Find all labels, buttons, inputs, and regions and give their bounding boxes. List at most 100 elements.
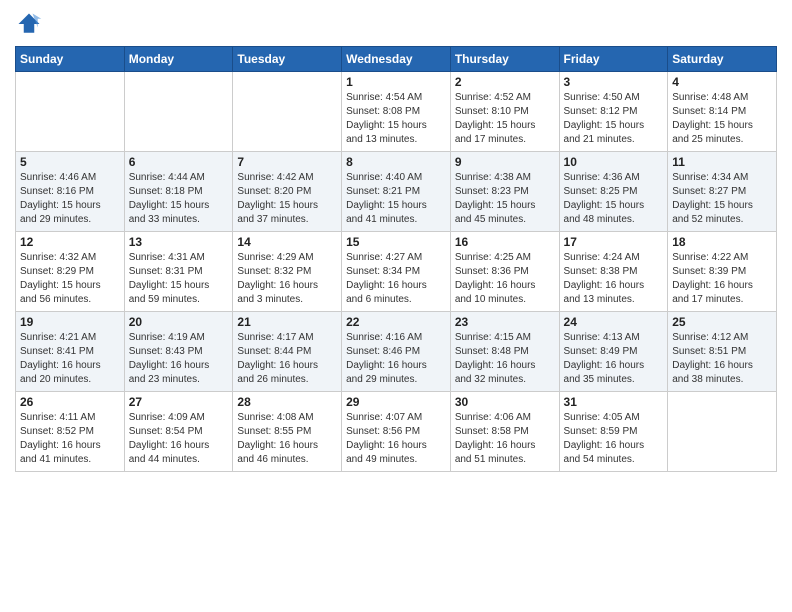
day-number: 24	[564, 315, 664, 329]
logo-icon	[15, 10, 43, 38]
day-number: 9	[455, 155, 555, 169]
calendar-cell: 3 Sunrise: 4:50 AM Sunset: 8:12 PM Daylig…	[559, 72, 668, 152]
day-number: 28	[237, 395, 337, 409]
day-number: 25	[672, 315, 772, 329]
calendar-cell: 19Sunrise: 4:21 AM Sunset: 8:41 PM Dayli…	[16, 312, 125, 392]
day-number: 7	[237, 155, 337, 169]
day-number: 4	[672, 75, 772, 89]
day-number: 31	[564, 395, 664, 409]
calendar-cell: 18 Sunrise: 4:22 AM Sunset: 8:39 PM Dayli…	[668, 232, 777, 312]
day-number: 13	[129, 235, 229, 249]
day-info: Sunrise: 4:54 AM Sunset: 8:08 PM Dayligh…	[346, 91, 446, 147]
calendar-cell: 6 Sunrise: 4:44 AM Sunset: 8:18 PM Daylig…	[124, 152, 233, 232]
calendar-cell: 4 Sunrise: 4:48 AM Sunset: 8:14 PM Daylig…	[668, 72, 777, 152]
day-number: 30	[455, 395, 555, 409]
weekday-header: Wednesday	[342, 47, 451, 72]
day-info: Sunrise: 4:15 AM Sunset: 8:48 PM Dayligh…	[455, 331, 555, 387]
day-info: Sunrise: 4:17 AM Sunset: 8:44 PM Dayligh…	[237, 331, 337, 387]
day-info: Sunrise: 4:11 AM Sunset: 8:52 PM Dayligh…	[20, 411, 120, 467]
calendar-cell: 14 Sunrise: 4:29 AM Sunset: 8:32 PM Dayli…	[233, 232, 342, 312]
calendar: SundayMondayTuesdayWednesdayThursdayFrid…	[15, 46, 777, 472]
calendar-cell: 8Sunrise: 4:40 AM Sunset: 8:21 PM Daylig…	[342, 152, 451, 232]
calendar-cell: 30 Sunrise: 4:06 AM Sunset: 8:58 PM Dayli…	[450, 392, 559, 472]
day-info: Sunrise: 4:07 AM Sunset: 8:56 PM Dayligh…	[346, 411, 446, 467]
calendar-cell: 26 Sunrise: 4:11 AM Sunset: 8:52 PM Dayli…	[16, 392, 125, 472]
day-number: 26	[20, 395, 120, 409]
day-number: 10	[564, 155, 664, 169]
calendar-cell: 22Sunrise: 4:16 AM Sunset: 8:46 PM Dayli…	[342, 312, 451, 392]
day-info: Sunrise: 4:29 AM Sunset: 8:32 PM Dayligh…	[237, 251, 337, 307]
day-number: 17	[564, 235, 664, 249]
calendar-cell: 5 Sunrise: 4:46 AM Sunset: 8:16 PM Daylig…	[16, 152, 125, 232]
calendar-week: 1 Sunrise: 4:54 AM Sunset: 8:08 PM Daylig…	[16, 72, 777, 152]
calendar-cell: 15 Sunrise: 4:27 AM Sunset: 8:34 PM Dayli…	[342, 232, 451, 312]
day-info: Sunrise: 4:36 AM Sunset: 8:25 PM Dayligh…	[564, 171, 664, 227]
calendar-cell: 25Sunrise: 4:12 AM Sunset: 8:51 PM Dayli…	[668, 312, 777, 392]
weekday-header: Monday	[124, 47, 233, 72]
day-info: Sunrise: 4:09 AM Sunset: 8:54 PM Dayligh…	[129, 411, 229, 467]
day-number: 1	[346, 75, 446, 89]
day-info: Sunrise: 4:05 AM Sunset: 8:59 PM Dayligh…	[564, 411, 664, 467]
day-info: Sunrise: 4:31 AM Sunset: 8:31 PM Dayligh…	[129, 251, 229, 307]
day-number: 27	[129, 395, 229, 409]
day-info: Sunrise: 4:32 AM Sunset: 8:29 PM Dayligh…	[20, 251, 120, 307]
day-info: Sunrise: 4:52 AM Sunset: 8:10 PM Dayligh…	[455, 91, 555, 147]
page: SundayMondayTuesdayWednesdayThursdayFrid…	[0, 0, 792, 612]
day-info: Sunrise: 4:22 AM Sunset: 8:39 PM Dayligh…	[672, 251, 772, 307]
day-number: 16	[455, 235, 555, 249]
day-number: 20	[129, 315, 229, 329]
day-number: 14	[237, 235, 337, 249]
calendar-cell: 13 Sunrise: 4:31 AM Sunset: 8:31 PM Dayli…	[124, 232, 233, 312]
day-number: 3	[564, 75, 664, 89]
day-number: 8	[346, 155, 446, 169]
day-info: Sunrise: 4:48 AM Sunset: 8:14 PM Dayligh…	[672, 91, 772, 147]
calendar-week: 5 Sunrise: 4:46 AM Sunset: 8:16 PM Daylig…	[16, 152, 777, 232]
day-info: Sunrise: 4:24 AM Sunset: 8:38 PM Dayligh…	[564, 251, 664, 307]
calendar-cell: 23Sunrise: 4:15 AM Sunset: 8:48 PM Dayli…	[450, 312, 559, 392]
calendar-cell: 29 Sunrise: 4:07 AM Sunset: 8:56 PM Dayli…	[342, 392, 451, 472]
day-number: 6	[129, 155, 229, 169]
calendar-body: 1 Sunrise: 4:54 AM Sunset: 8:08 PM Daylig…	[16, 72, 777, 472]
day-info: Sunrise: 4:50 AM Sunset: 8:12 PM Dayligh…	[564, 91, 664, 147]
day-info: Sunrise: 4:06 AM Sunset: 8:58 PM Dayligh…	[455, 411, 555, 467]
calendar-cell: 31 Sunrise: 4:05 AM Sunset: 8:59 PM Dayli…	[559, 392, 668, 472]
calendar-cell: 17 Sunrise: 4:24 AM Sunset: 8:38 PM Dayli…	[559, 232, 668, 312]
day-info: Sunrise: 4:27 AM Sunset: 8:34 PM Dayligh…	[346, 251, 446, 307]
calendar-week: 12 Sunrise: 4:32 AM Sunset: 8:29 PM Dayli…	[16, 232, 777, 312]
day-info: Sunrise: 4:19 AM Sunset: 8:43 PM Dayligh…	[129, 331, 229, 387]
day-number: 11	[672, 155, 772, 169]
weekday-header: Thursday	[450, 47, 559, 72]
calendar-cell: 21 Sunrise: 4:17 AM Sunset: 8:44 PM Dayli…	[233, 312, 342, 392]
day-info: Sunrise: 4:16 AM Sunset: 8:46 PM Dayligh…	[346, 331, 446, 387]
day-number: 21	[237, 315, 337, 329]
calendar-week: 26 Sunrise: 4:11 AM Sunset: 8:52 PM Dayli…	[16, 392, 777, 472]
day-info: Sunrise: 4:44 AM Sunset: 8:18 PM Dayligh…	[129, 171, 229, 227]
weekday-header: Friday	[559, 47, 668, 72]
day-number: 15	[346, 235, 446, 249]
day-info: Sunrise: 4:38 AM Sunset: 8:23 PM Dayligh…	[455, 171, 555, 227]
day-info: Sunrise: 4:25 AM Sunset: 8:36 PM Dayligh…	[455, 251, 555, 307]
day-number: 5	[20, 155, 120, 169]
day-info: Sunrise: 4:34 AM Sunset: 8:27 PM Dayligh…	[672, 171, 772, 227]
day-number: 18	[672, 235, 772, 249]
calendar-cell: 28Sunrise: 4:08 AM Sunset: 8:55 PM Dayli…	[233, 392, 342, 472]
day-number: 19	[20, 315, 120, 329]
weekday-header: Sunday	[16, 47, 125, 72]
calendar-cell: 12 Sunrise: 4:32 AM Sunset: 8:29 PM Dayli…	[16, 232, 125, 312]
calendar-cell: 11 Sunrise: 4:34 AM Sunset: 8:27 PM Dayli…	[668, 152, 777, 232]
calendar-week: 19Sunrise: 4:21 AM Sunset: 8:41 PM Dayli…	[16, 312, 777, 392]
day-number: 29	[346, 395, 446, 409]
day-info: Sunrise: 4:42 AM Sunset: 8:20 PM Dayligh…	[237, 171, 337, 227]
weekday-header: Tuesday	[233, 47, 342, 72]
day-info: Sunrise: 4:46 AM Sunset: 8:16 PM Dayligh…	[20, 171, 120, 227]
calendar-cell: 9 Sunrise: 4:38 AM Sunset: 8:23 PM Daylig…	[450, 152, 559, 232]
calendar-cell: 24 Sunrise: 4:13 AM Sunset: 8:49 PM Dayli…	[559, 312, 668, 392]
day-number: 2	[455, 75, 555, 89]
day-info: Sunrise: 4:13 AM Sunset: 8:49 PM Dayligh…	[564, 331, 664, 387]
logo	[15, 10, 47, 38]
calendar-cell: 1 Sunrise: 4:54 AM Sunset: 8:08 PM Daylig…	[342, 72, 451, 152]
day-number: 12	[20, 235, 120, 249]
calendar-cell: 10 Sunrise: 4:36 AM Sunset: 8:25 PM Dayli…	[559, 152, 668, 232]
calendar-cell: 7 Sunrise: 4:42 AM Sunset: 8:20 PM Daylig…	[233, 152, 342, 232]
calendar-cell	[233, 72, 342, 152]
